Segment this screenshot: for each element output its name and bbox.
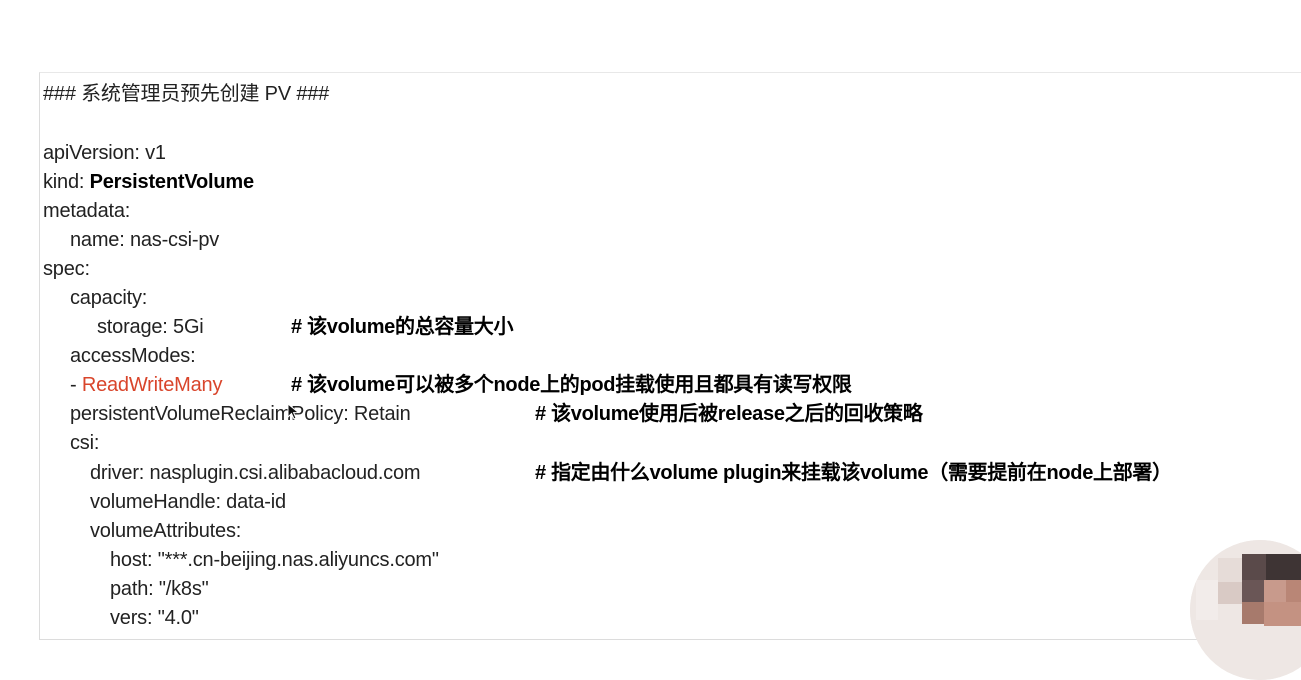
mode-dash: - [70, 374, 82, 396]
comment-storage: # 该volume的总容量大小 [291, 316, 514, 338]
line-accessmodes: accessModes: [70, 345, 196, 367]
line-storage: storage: 5Gi [97, 316, 204, 338]
doc-header: ### 系统管理员预先创建 PV ### [43, 83, 330, 105]
line-name: name: nas-csi-pv [70, 229, 220, 251]
line-metadata: metadata: [43, 200, 131, 222]
line-capacity: capacity: [70, 287, 148, 309]
kind-key: kind: [43, 171, 90, 193]
line-kind: kind: PersistentVolume [43, 169, 254, 195]
line-driver: driver: nasplugin.csi.alibabacloud.com [90, 462, 421, 484]
line-accessmode-item: - ReadWriteMany [70, 372, 222, 398]
presenter-avatar [1190, 540, 1301, 680]
comment-driver: # 指定由什么volume plugin来挂载该volume（需要提前在node… [535, 462, 1172, 484]
mode-value: ReadWriteMany [81, 374, 223, 396]
line-volumeattributes: volumeAttributes: [90, 520, 242, 542]
line-path: path: "/k8s" [110, 578, 209, 600]
kind-value: PersistentVolume [89, 171, 254, 193]
line-apiversion: apiVersion: v1 [43, 142, 166, 164]
yaml-document: ### 系统管理员预先创建 PV ### apiVersion: v1 kind… [39, 72, 1301, 640]
line-csi: csi: [70, 432, 100, 454]
line-spec: spec: [43, 258, 90, 280]
line-volumehandle: volumeHandle: data-id [90, 491, 286, 513]
line-vers: vers: "4.0" [110, 607, 199, 629]
line-host: host: "***.cn-beijing.nas.aliyuncs.com" [110, 549, 439, 571]
comment-accessmode: # 该volume可以被多个node上的pod挂载使用且都具有读写权限 [291, 374, 852, 396]
comment-reclaim: # 该volume使用后被release之后的回收策略 [535, 403, 923, 425]
line-reclaim-policy: persistentVolumeReclaimPolicy: Retain [70, 403, 411, 425]
